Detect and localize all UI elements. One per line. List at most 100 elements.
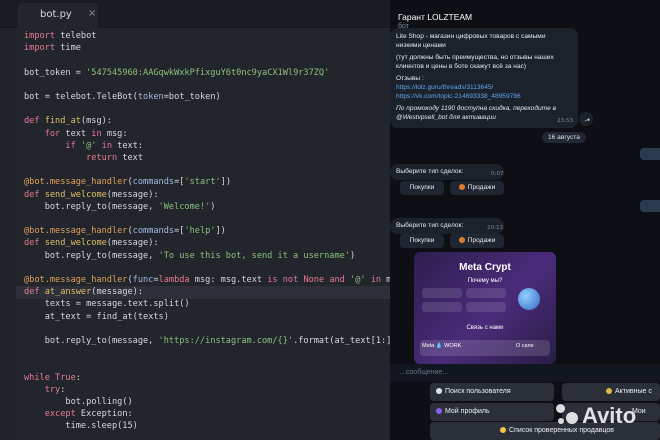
code-token: token xyxy=(137,92,164,102)
code-token: return xyxy=(86,153,118,163)
editor-tab-bar: bot.py × xyxy=(0,0,408,28)
code-token: if xyxy=(65,140,76,151)
banner-card xyxy=(466,302,506,312)
intro-message: Lite Shop - магазин цифровых товаров с с… xyxy=(390,28,578,128)
code-token: '@' xyxy=(75,140,97,151)
sphere-icon xyxy=(518,288,540,310)
code-token: except xyxy=(44,409,76,420)
my-profile-button[interactable]: Мой профиль xyxy=(430,403,554,421)
code-token: = xyxy=(75,299,87,310)
code-line: return text xyxy=(24,152,143,164)
code-token: import xyxy=(24,31,56,41)
tab-bot-py[interactable]: bot.py × xyxy=(18,3,98,28)
code-token: for xyxy=(44,128,61,139)
code-token: time xyxy=(55,43,81,54)
code-line: bot = telebot.TeleBot(token=bot_token) xyxy=(24,91,221,103)
code-token: 'https://instagram.com/{}' xyxy=(158,336,294,346)
side-reply-chip xyxy=(640,148,660,160)
my-profile-label: Мой профиль xyxy=(445,408,490,415)
code-token: @bot.message_handler xyxy=(24,226,128,237)
code-token: message.text.split() xyxy=(86,299,190,310)
code-token: text xyxy=(117,153,144,163)
code-token: = xyxy=(86,311,97,322)
code-token: ) xyxy=(210,201,216,212)
sell-button-1[interactable]: Продажи xyxy=(450,181,504,195)
banner-card xyxy=(466,288,506,298)
code-editor: bot.py × import telebot import time bot_to… xyxy=(0,0,433,440)
code-token: lambda xyxy=(158,275,190,285)
code-token: = xyxy=(44,92,56,102)
code-token: time.sleep(15) xyxy=(24,421,138,432)
code-token: send_welcome xyxy=(44,189,107,200)
gift-icon xyxy=(458,184,465,190)
code-token: .format(at_text[1:])) xyxy=(293,336,402,346)
code-line: import telebot xyxy=(24,30,96,42)
code-line: bot.reply_to(message, 'https://instagram… xyxy=(24,335,402,347)
gift-icon xyxy=(458,237,465,243)
code-token: and xyxy=(324,275,345,285)
code-line: for text in msg: xyxy=(24,128,128,140)
code-token: 'help' xyxy=(184,226,216,237)
banner-contact: Связь с нами xyxy=(466,325,504,331)
code-token: msg: xyxy=(101,128,128,139)
meta-crypt-banner[interactable]: Meta Crypt Почему мы? Связь с нами Meta … xyxy=(414,252,556,364)
sell-button-2[interactable]: Продажи xyxy=(450,234,504,248)
code-line: time.sleep(15) xyxy=(24,420,138,432)
code-token: bot_token) xyxy=(168,92,221,102)
code-token: '547545960:AAGqwkWxkPfixguY6t0nc9yaCX1Wl… xyxy=(86,67,330,78)
deal-type-text-1: Выберите тип сделок: xyxy=(396,168,464,175)
deal-type-message-1: Выберите тип сделок: xyxy=(390,164,504,180)
code-token: try xyxy=(44,384,61,395)
code-token: commands xyxy=(132,177,175,188)
handshake-icon xyxy=(606,388,612,394)
code-line: texts = message.text.split() xyxy=(24,298,190,310)
code-line: if '@' in text: xyxy=(24,140,143,152)
code-token: bot.reply_to(message, xyxy=(24,201,159,212)
code-token: : xyxy=(75,372,81,383)
code-line: bot.reply_to(message, 'To use this bot, … xyxy=(24,250,355,262)
code-token: in xyxy=(365,275,382,285)
buy-button-1[interactable]: Покупки xyxy=(400,181,444,195)
avito-logo-dot xyxy=(566,412,578,424)
code-token: None xyxy=(298,275,325,285)
search-user-label: Поиск пользователя xyxy=(445,388,511,395)
code-token: = xyxy=(75,67,87,78)
code-token: telebot xyxy=(55,31,97,41)
code-line: while True: xyxy=(24,372,81,384)
search-icon xyxy=(436,388,442,394)
reviews-link-2[interactable]: https://vk.com/topic-214693338_48959786 xyxy=(396,92,572,101)
code-line: def send_welcome(message): xyxy=(24,237,159,249)
code-token: find_at(texts) xyxy=(96,311,169,322)
code-token: @bot.message_handler xyxy=(24,275,128,285)
side-reply-chip-2 xyxy=(640,200,660,212)
avito-logo-dot xyxy=(558,418,564,424)
code-token: bot xyxy=(24,92,45,102)
buy-button-2[interactable]: Покупки xyxy=(400,234,444,248)
message-input-placeholder: ...сообщение... xyxy=(400,369,449,376)
code-token: in xyxy=(96,140,112,151)
active-deals-label: Активные с xyxy=(615,388,652,395)
line-gutter xyxy=(0,28,16,440)
search-user-button[interactable]: Поиск пользователя xyxy=(430,383,554,401)
code-token: at_answer xyxy=(44,287,92,298)
message-input[interactable]: ...сообщение... xyxy=(390,364,660,382)
tab-title: bot.py xyxy=(40,9,72,20)
code-token: def xyxy=(24,116,45,127)
reviews-link-1[interactable]: https://lolz.guru/threads/3113645/ xyxy=(396,83,572,92)
tab-close-icon[interactable]: × xyxy=(88,8,96,19)
code-token: ]) xyxy=(220,177,232,188)
code-token: bot.polling() xyxy=(24,397,133,407)
banner-why: Почему мы? xyxy=(467,278,503,284)
active-deals-button[interactable]: Активные с xyxy=(562,383,660,401)
code-token: ]) xyxy=(215,226,226,237)
code-line: @bot.message_handler(commands=['help']) xyxy=(24,225,226,237)
star-icon xyxy=(500,427,506,433)
code-token: 'Welcome!' xyxy=(158,201,211,212)
code-token: text xyxy=(60,128,92,139)
promo-text: По промокоду 1190 доступна скидка, перех… xyxy=(396,105,557,121)
code-token: bot.reply_to(message, xyxy=(24,250,159,261)
chat-title: Гарант LOLZTEAM xyxy=(398,12,473,22)
share-icon[interactable] xyxy=(579,112,593,126)
code-line: bot_token = '547545960:AAGqwkWxkPfixguY6… xyxy=(24,67,329,79)
